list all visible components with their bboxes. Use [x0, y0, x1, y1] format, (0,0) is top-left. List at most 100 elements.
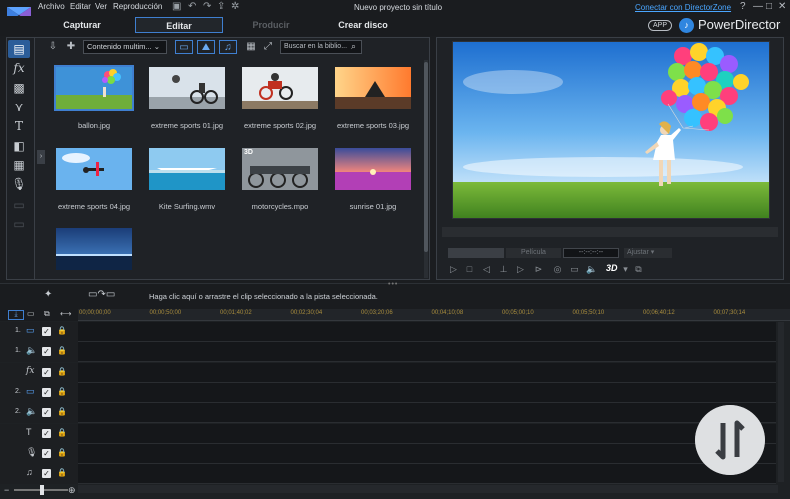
tab-editar[interactable]: Editar	[135, 17, 223, 33]
track-enable-checkbox[interactable]: ✓	[42, 428, 51, 438]
filter-video-icon[interactable]: ▭	[175, 40, 193, 54]
title-room-icon[interactable]: T	[8, 117, 30, 135]
zoom-in-icon[interactable]: ⊕	[68, 485, 76, 496]
timeline-track[interactable]: ♫ ✓ 🔒	[0, 464, 776, 485]
stop-icon[interactable]: □	[464, 264, 475, 275]
transition-room-icon[interactable]: ◧	[8, 137, 30, 155]
timeline-track[interactable]: 2. 🔈 ✓ 🔒	[0, 403, 776, 424]
snapshot-icon[interactable]: ◎	[552, 264, 563, 275]
track-body[interactable]	[78, 443, 776, 463]
3d-mode-button[interactable]: 3D	[606, 263, 618, 273]
timeline-vertical-scrollbar[interactable]	[778, 322, 784, 482]
maximize-button[interactable]: □	[766, 1, 772, 12]
gear-icon[interactable]: ✲	[231, 1, 239, 12]
track-body[interactable]	[78, 342, 776, 362]
library-search-input[interactable]: Buscar en la biblio...	[280, 40, 362, 54]
split-icon[interactable]: ⊥	[498, 264, 509, 275]
menu-ver[interactable]: Ver	[95, 2, 107, 11]
zoom-slider-thumb[interactable]	[40, 485, 44, 495]
timeline-horizontal-scrollbar[interactable]	[78, 485, 778, 493]
particle-room-icon[interactable]: ⋎	[8, 98, 30, 116]
track-body[interactable]	[78, 362, 776, 382]
track-body[interactable]	[78, 382, 776, 402]
library-scrollbar-thumb[interactable]	[424, 62, 428, 252]
track-body[interactable]	[78, 464, 776, 484]
content-filter-select[interactable]: Contenido multim... ⌄	[83, 40, 167, 54]
timecode-field[interactable]: --:--:--:--	[563, 248, 619, 258]
tab-producir[interactable]: Producir	[230, 17, 312, 33]
export-icon[interactable]: ⇪	[217, 1, 225, 12]
fit-timeline-icon[interactable]: ⟷	[60, 309, 71, 318]
directorzone-link[interactable]: Conectar con DirectorZone	[635, 3, 731, 12]
fit-project-icon[interactable]: ⧉	[44, 309, 50, 319]
grid-view-icon[interactable]: ▦	[242, 40, 260, 54]
lock-icon[interactable]: 🔒	[57, 346, 67, 355]
track-body[interactable]	[78, 403, 776, 423]
bell-icon[interactable]: ♪	[679, 18, 694, 33]
lock-icon[interactable]: 🔒	[57, 407, 67, 416]
track-enable-checkbox[interactable]: ✓	[42, 327, 51, 336]
splitter-handle[interactable]: •••	[388, 281, 398, 288]
menu-reproduccion[interactable]: Reproducción	[113, 2, 162, 11]
track-enable-checkbox[interactable]: ✓	[42, 347, 51, 357]
search-icon[interactable]: ⌕	[351, 41, 356, 52]
chapter-room-icon[interactable]: ▭	[8, 196, 30, 214]
thumbnail-extreme-sports-03[interactable]	[335, 67, 411, 109]
undock-icon[interactable]: ⧉	[633, 264, 644, 275]
3d-dropdown-icon[interactable]: ▾	[620, 264, 631, 275]
insert-overwrite-icon[interactable]: ▭↷▭	[88, 289, 115, 300]
track-enable-checkbox[interactable]: ✓	[42, 448, 51, 458]
menu-archivo[interactable]: Archivo	[38, 2, 65, 11]
timeline-view-icon[interactable]: ⤓	[8, 310, 24, 320]
fast-forward-icon[interactable]: ⊳	[533, 264, 544, 275]
undo-icon[interactable]: ↶	[188, 1, 196, 12]
timeline-track[interactable]: fx ✓ 🔒	[0, 362, 776, 383]
play-icon[interactable]: ▷	[448, 264, 459, 275]
track-body[interactable]	[78, 322, 776, 341]
menu-editar[interactable]: Editar	[70, 2, 91, 11]
thumbnail-extreme-sports-04[interactable]	[56, 148, 132, 190]
next-frame-icon[interactable]: ▷	[515, 264, 526, 275]
import-media-icon[interactable]: ⇩	[44, 40, 62, 54]
lock-icon[interactable]: 🔒	[57, 428, 67, 437]
timeline-track[interactable]: T ✓ 🔒	[0, 423, 776, 444]
prev-frame-icon[interactable]: ◁	[481, 264, 492, 275]
volume-icon[interactable]: 🔈	[586, 264, 597, 275]
lock-icon[interactable]: 🔒	[57, 326, 67, 335]
resize-icon[interactable]: ⤢	[259, 40, 277, 54]
pip-room-icon[interactable]: ▩	[8, 79, 30, 97]
minimize-button[interactable]: —	[753, 1, 763, 12]
tab-crear-disco[interactable]: Crear disco	[320, 17, 406, 33]
app-badge[interactable]: APP	[648, 20, 672, 31]
fit-select[interactable]: Ajustar ▾	[624, 248, 672, 258]
media-room-icon[interactable]: ▤	[8, 40, 30, 58]
thumbnail-extreme-sports-02[interactable]	[242, 67, 318, 109]
filter-audio-icon[interactable]: ♫	[219, 40, 237, 54]
track-enable-checkbox[interactable]: ✓	[42, 367, 51, 377]
save-icon[interactable]: ▣	[172, 1, 181, 12]
timeline-track[interactable]: 1. 🔈 ✓ 🔒	[0, 342, 776, 363]
track-enable-checkbox[interactable]: ✓	[42, 408, 51, 418]
lock-icon[interactable]: 🔒	[57, 367, 67, 376]
preview-screen[interactable]	[452, 41, 770, 219]
thumbnail-sunrise-01[interactable]	[335, 148, 411, 190]
track-enable-checkbox[interactable]: ✓	[42, 469, 51, 479]
close-button[interactable]: ✕	[778, 1, 786, 12]
thumbnail-extreme-sports-01[interactable]	[149, 67, 225, 109]
lock-icon[interactable]: 🔒	[57, 387, 67, 396]
timeline-track[interactable]: 🎙 ✓ 🔒	[0, 443, 776, 464]
timeline-track[interactable]: 1. ▭ ✓ 🔒	[0, 322, 776, 342]
thumbnail-motorcycles[interactable]	[242, 148, 318, 190]
filter-image-icon[interactable]: ⛰	[197, 40, 215, 54]
lock-icon[interactable]: 🔒	[57, 448, 67, 457]
timeline-track[interactable]: 2. ▭ ✓ 🔒	[0, 382, 776, 403]
track-enable-checkbox[interactable]: ✓	[42, 387, 51, 397]
seek-bar[interactable]	[448, 248, 504, 258]
collapse-panel-button[interactable]: ›	[37, 150, 45, 164]
zoom-out-icon[interactable]: −	[4, 485, 9, 495]
tab-capturar[interactable]: Capturar	[40, 17, 124, 33]
magic-tools-icon[interactable]: ✦	[44, 289, 52, 300]
lock-icon[interactable]: 🔒	[57, 468, 67, 477]
thumbnail-kite-surfing[interactable]	[149, 148, 225, 190]
subtitle-room-icon[interactable]: ▭	[8, 215, 30, 233]
